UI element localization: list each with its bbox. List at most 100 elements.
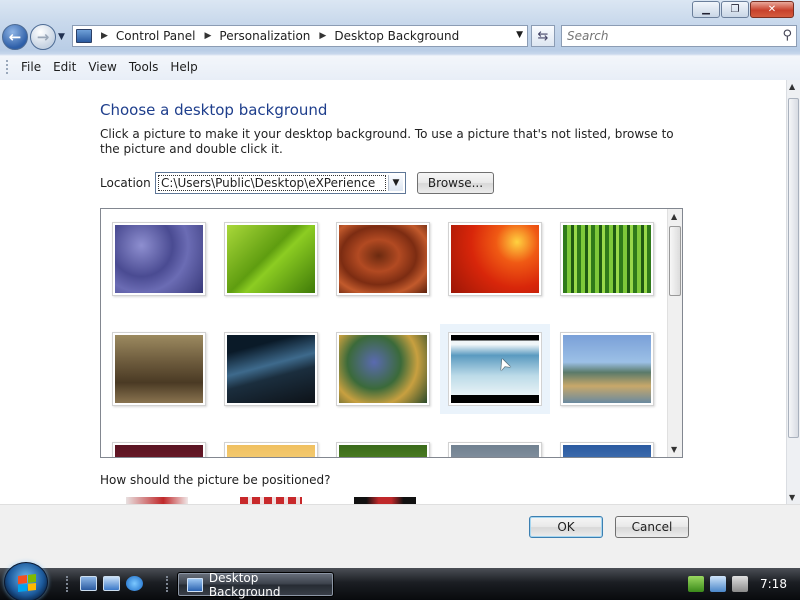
control-panel-icon <box>187 577 203 592</box>
window-controls: ▁ ❐ ✕ <box>692 1 794 18</box>
wallpaper-tile-red-flower[interactable] <box>448 222 542 296</box>
ok-button[interactable]: OK <box>529 516 603 538</box>
start-button[interactable] <box>4 562 48 600</box>
scroll-up-icon[interactable]: ▲ <box>789 82 795 91</box>
cancel-button[interactable]: Cancel <box>615 516 689 538</box>
forward-button[interactable]: → <box>30 24 56 50</box>
forward-arrow-icon: → <box>36 28 50 46</box>
taskbar-button-label: Desktop Background <box>208 570 281 599</box>
location-label: Location <box>100 176 151 190</box>
network-status-icon[interactable] <box>688 576 704 592</box>
position-question: How should the picture be positioned? <box>100 473 331 487</box>
wallpaper-tile-row3-tile-5[interactable] <box>560 442 654 457</box>
wallpaper-tile-row3-tile-4[interactable] <box>448 442 542 457</box>
back-arrow-icon: ← <box>8 28 22 46</box>
window-scroll-thumb[interactable] <box>788 98 799 438</box>
wallpaper-thumbnail <box>227 445 315 457</box>
show-desktop-icon[interactable] <box>80 576 97 591</box>
picture-gallery: ➤ ▲ ▼ <box>100 208 683 458</box>
wallpaper-tile-wood-grain[interactable] <box>336 222 430 296</box>
menu-file[interactable]: File <box>15 60 47 74</box>
status-strip <box>0 550 800 568</box>
location-select[interactable]: C:\Users\Public\Desktop\eXPerience ▼ <box>155 172 406 194</box>
taskbar-grip[interactable] <box>166 576 169 592</box>
wallpaper-thumbnail <box>451 445 539 457</box>
page-description: Click a picture to make it your desktop … <box>100 127 674 156</box>
crumb-desktop-background[interactable]: Desktop Background <box>334 29 459 43</box>
back-button[interactable]: ← <box>2 24 28 50</box>
network-icon[interactable] <box>710 576 726 592</box>
wallpaper-tile-green-leaf[interactable] <box>224 222 318 296</box>
gallery-scroll-thumb[interactable] <box>669 226 681 296</box>
position-option-fill[interactable] <box>126 497 188 504</box>
scroll-up-icon[interactable]: ▲ <box>671 212 677 221</box>
scroll-down-icon[interactable]: ▼ <box>789 493 795 502</box>
taskbar: Desktop Background 7:18 <box>0 562 800 600</box>
wallpaper-tile-bridge-night[interactable] <box>224 332 318 406</box>
address-dropdown-icon[interactable]: ▼ <box>516 30 523 40</box>
scroll-down-icon[interactable]: ▼ <box>671 445 677 454</box>
location-value: C:\Users\Public\Desktop\eXPerience <box>158 175 386 191</box>
wallpaper-tile-row3-tile-1[interactable] <box>112 442 206 457</box>
breadcrumb-separator-icon[interactable]: ▶ <box>101 31 108 41</box>
menu-edit[interactable]: Edit <box>47 60 82 74</box>
taskbar-button-desktop-background[interactable]: Desktop Background <box>177 570 334 599</box>
control-panel-icon <box>76 29 92 43</box>
volume-muted-icon[interactable] <box>732 576 748 592</box>
wallpaper-thumbnail <box>339 445 427 457</box>
browse-button[interactable]: Browse... <box>417 172 494 194</box>
address-bar[interactable]: ▶ Control Panel ▶ Personalization ▶ Desk… <box>72 25 528 47</box>
maximize-button[interactable]: ❐ <box>721 1 749 18</box>
crumb-personalization[interactable]: Personalization <box>219 29 310 43</box>
search-box[interactable]: ⚲ <box>561 25 797 47</box>
wallpaper-tile-row3-tile-2[interactable] <box>224 442 318 457</box>
wallpaper-thumbnail <box>339 335 427 403</box>
clock[interactable]: 7:18 <box>760 577 787 591</box>
breadcrumb: ▶ Control Panel ▶ Personalization ▶ Desk… <box>92 29 459 43</box>
window-scrollbar[interactable]: ▲ ▼ <box>786 80 800 504</box>
menu-grip <box>6 60 9 74</box>
refresh-icon: ⇆ <box>537 28 549 44</box>
position-option-tile[interactable] <box>240 497 302 504</box>
position-option-center[interactable] <box>354 497 416 504</box>
wallpaper-thumbnail <box>115 445 203 457</box>
window-chrome: ▁ ❐ ✕ ← → ▼ ▶ Control Panel ▶ Personaliz… <box>0 0 800 80</box>
menu-bar: File Edit View Tools Help <box>0 56 800 78</box>
wallpaper-thumbnail <box>227 335 315 403</box>
wallpaper-thumbnail <box>115 225 203 293</box>
wallpaper-tile-bamboo-forest[interactable] <box>560 222 654 296</box>
wallpaper-thumbnail <box>115 335 203 403</box>
switch-windows-icon[interactable] <box>103 576 120 591</box>
search-input[interactable] <box>567 29 767 43</box>
dialog-footer: OK Cancel <box>0 504 800 550</box>
wallpaper-thumbnail <box>563 225 651 293</box>
close-button[interactable]: ✕ <box>750 1 794 18</box>
gallery-scrollbar[interactable]: ▲ ▼ <box>667 209 682 457</box>
wallpaper-thumbnail <box>563 335 651 403</box>
menu-tools[interactable]: Tools <box>123 60 165 74</box>
search-icon[interactable]: ⚲ <box>782 28 792 43</box>
menu-help[interactable]: Help <box>164 60 203 74</box>
internet-explorer-icon[interactable] <box>126 576 143 591</box>
page-title: Choose a desktop background <box>100 101 328 119</box>
wallpaper-tile-seurat-painting[interactable] <box>112 332 206 406</box>
refresh-button[interactable]: ⇆ <box>531 25 555 47</box>
minimize-button[interactable]: ▁ <box>692 1 720 18</box>
taskbar-grip[interactable] <box>66 576 69 592</box>
windows-logo-icon <box>18 574 36 592</box>
menu-view[interactable]: View <box>82 60 122 74</box>
wallpaper-tile-koi-fish[interactable]: ➤ <box>440 324 550 414</box>
wallpaper-tile-river-mountains[interactable] <box>560 332 654 406</box>
wallpaper-tile-row3-tile-3[interactable] <box>336 442 430 457</box>
wallpaper-thumbnail <box>451 225 539 293</box>
wallpaper-tile-irises[interactable] <box>336 332 430 406</box>
breadcrumb-separator-icon[interactable]: ▶ <box>319 31 326 41</box>
crumb-control-panel[interactable]: Control Panel <box>116 29 196 43</box>
main-content: Choose a desktop background Click a pict… <box>0 80 786 504</box>
breadcrumb-separator-icon[interactable]: ▶ <box>205 31 212 41</box>
recent-pages-dropdown[interactable]: ▼ <box>58 32 65 42</box>
wallpaper-tile-blue-pebbles[interactable] <box>112 222 206 296</box>
wallpaper-thumbnail <box>339 225 427 293</box>
system-tray: 7:18 <box>688 572 800 596</box>
chevron-down-icon[interactable]: ▼ <box>388 175 403 191</box>
